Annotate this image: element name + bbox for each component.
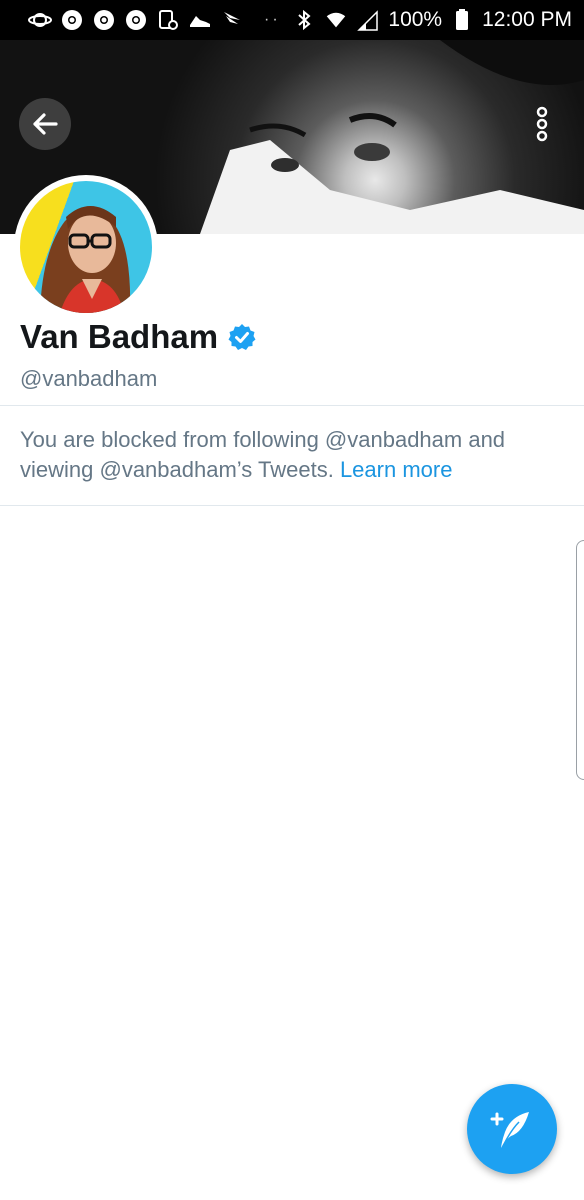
battery-percent: 100% — [388, 8, 443, 31]
avatar[interactable] — [14, 175, 158, 319]
divider — [0, 405, 584, 406]
profile-handle: @vanbadham — [20, 366, 158, 391]
saturn-icon — [28, 8, 52, 32]
screenshot-icon — [156, 8, 180, 32]
edge-panel-handle[interactable] — [576, 540, 584, 780]
status-bar-left: ·· — [28, 8, 281, 32]
chrome-icon — [92, 8, 116, 32]
compose-tweet-icon — [490, 1112, 529, 1148]
learn-more-link[interactable]: Learn more — [340, 457, 453, 482]
signal-icon — [356, 8, 380, 32]
avatar-photo — [20, 181, 152, 313]
battery-icon — [450, 8, 474, 32]
status-bar-right: 100% 12:00 PM — [292, 8, 572, 32]
more-options-button[interactable] — [520, 100, 564, 148]
sneaker-icon — [188, 8, 212, 32]
clock: 12:00 PM — [482, 8, 572, 31]
compose-tweet-button[interactable] — [467, 1084, 557, 1174]
profile-name-row: Van Badham — [20, 318, 256, 356]
vertical-dots-icon — [536, 106, 548, 142]
wifi-icon — [324, 8, 348, 32]
verified-badge-icon — [228, 324, 256, 350]
divider — [0, 505, 584, 506]
blocked-notice: You are blocked from following @vanbadha… — [20, 425, 560, 485]
chrome-icon — [60, 8, 84, 32]
sprint-icon — [220, 8, 244, 32]
profile-name: Van Badham — [20, 318, 219, 355]
chrome-icon — [124, 8, 148, 32]
arrow-left-icon — [33, 113, 58, 135]
bluetooth-icon — [292, 8, 316, 32]
back-button[interactable] — [19, 98, 71, 150]
more-notifications-icon: ·· — [264, 11, 281, 28]
status-bar: ·· 100% 12:00 PM — [0, 0, 584, 40]
